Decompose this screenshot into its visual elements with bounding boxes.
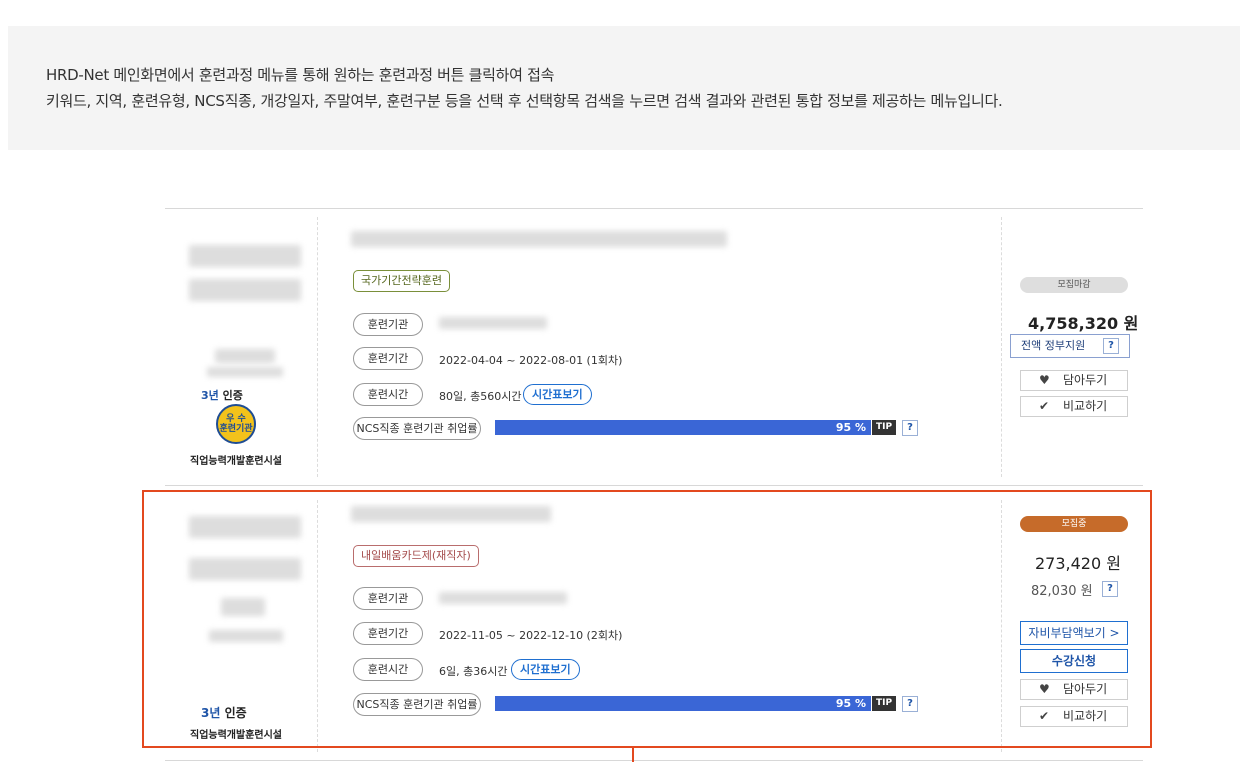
blurred-logo: [189, 279, 301, 301]
ncs-rate-label: NCS직종 훈련기관 취업률: [353, 417, 481, 440]
wishlist-button[interactable]: ♥ 담아두기: [1020, 370, 1128, 391]
help-icon[interactable]: ?: [1103, 338, 1119, 354]
wishlist-label: 담아두기: [1063, 373, 1108, 387]
description-line-2: 키워드, 지역, 훈련유형, NCS직종, 개강일자, 주말여부, 훈련구분 등…: [46, 92, 1003, 110]
course-price: 4,758,320 원: [1028, 314, 1139, 333]
tip-badge[interactable]: TIP: [872, 420, 897, 435]
blurred-text: [207, 367, 283, 377]
highlight-pointer: [632, 748, 634, 762]
column-divider: [317, 217, 318, 477]
blurred-text: [215, 349, 275, 363]
course-card: 3년 인증 우 수 훈련기관 직업능력개발훈련시설 국가기간전략훈련 훈련기관 훈…: [165, 208, 1143, 486]
help-icon[interactable]: ?: [902, 420, 918, 436]
training-period: 2022-04-04 ~ 2022-08-01 (1회차): [439, 354, 623, 367]
course-title-blurred[interactable]: [351, 231, 727, 247]
period-label: 훈련기간: [353, 347, 423, 370]
excellent-institution-badge: 우 수 훈련기관: [216, 404, 256, 444]
highlight-frame: [142, 490, 1152, 748]
status-badge: 모집마감: [1020, 277, 1128, 293]
hours-label: 훈련시간: [353, 383, 423, 406]
column-divider: [1001, 217, 1002, 477]
compare-label: 비교하기: [1063, 399, 1108, 413]
description-box: HRD-Net 메인화면에서 훈련과정 메뉴를 통해 원하는 훈련과정 버튼 클…: [8, 26, 1240, 150]
compare-button[interactable]: ✔ 비교하기: [1020, 396, 1128, 417]
support-box: 전액 정부지원 ?: [1010, 334, 1130, 358]
description-line-1: HRD-Net 메인화면에서 훈련과정 메뉴를 통해 원하는 훈련과정 버튼 클…: [46, 66, 555, 84]
support-text: 전액 정부지원: [1021, 339, 1086, 352]
institution-label: 훈련기관: [353, 313, 423, 336]
employment-rate-bar: 95 %: [495, 420, 871, 435]
check-icon: ✔: [1039, 399, 1050, 413]
certification-label: 3년 인증: [201, 389, 243, 402]
institution-name-blurred: [439, 317, 547, 329]
timetable-button[interactable]: 시간표보기: [523, 384, 592, 405]
training-type-tag: 국가기간전략훈련: [353, 270, 450, 292]
heart-icon: ♥: [1039, 373, 1050, 387]
training-hours: 80일, 총560시간: [439, 390, 522, 403]
blurred-logo: [189, 245, 301, 267]
institution-type: 직업능력개발훈련시설: [190, 456, 282, 467]
